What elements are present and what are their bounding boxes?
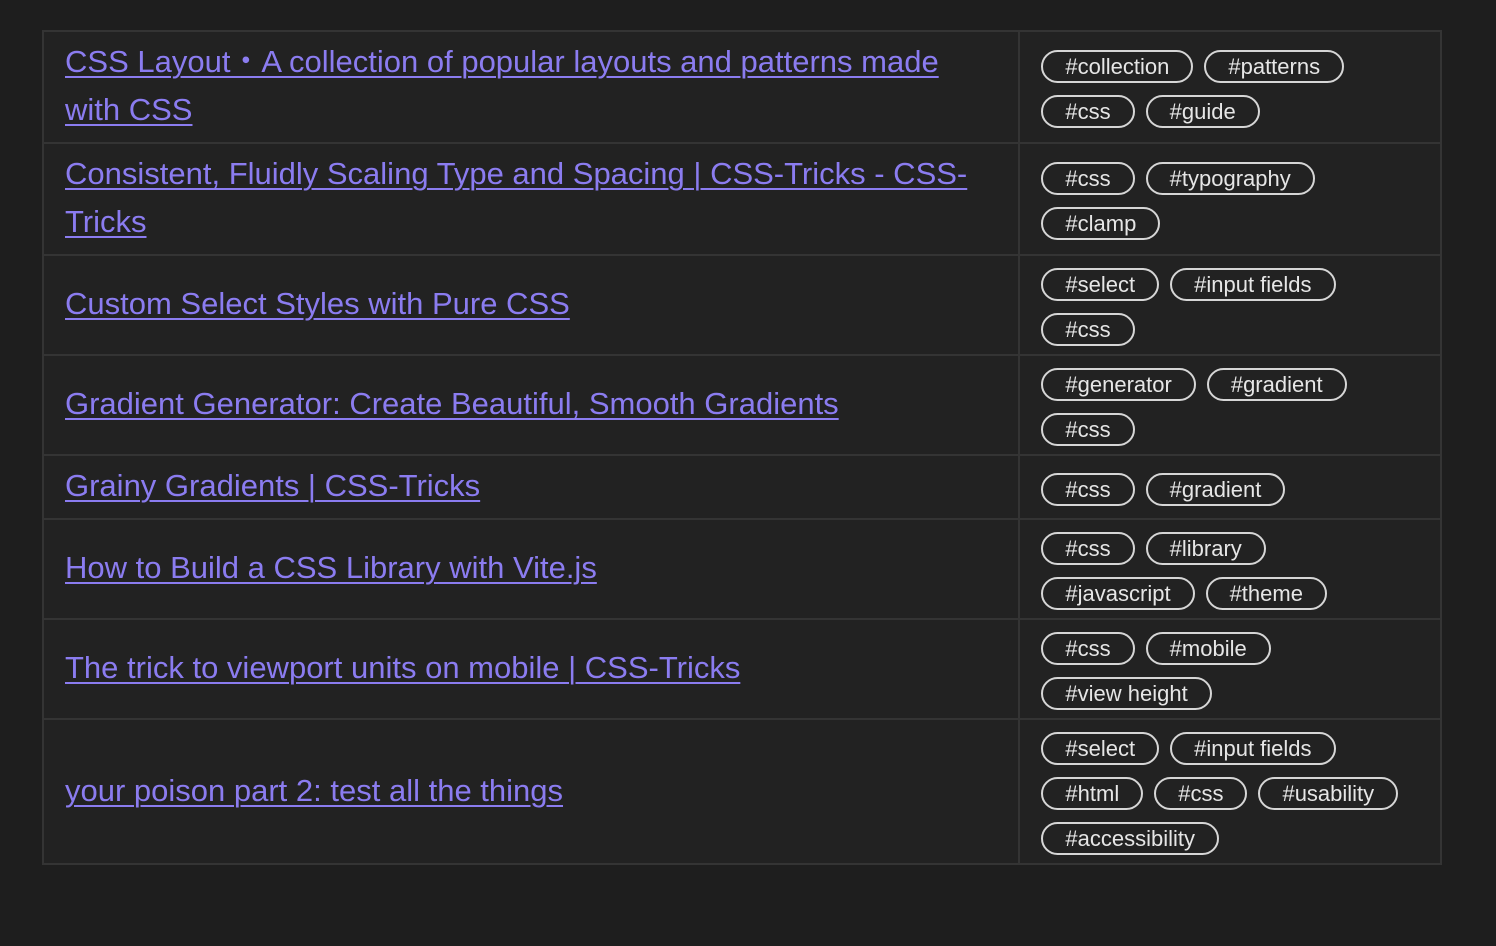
tag-pill-gradient[interactable]: #gradient xyxy=(1206,368,1347,401)
table-row: The trick to viewport units on mobile | … xyxy=(41,618,1442,720)
table-row: How to Build a CSS Library with Vite.js #… xyxy=(41,518,1442,620)
bookmark-link[interactable]: CSS Layout・A collection of popular layou… xyxy=(65,44,939,127)
tag-list: #select #input fields #html #css #usability #… xyxy=(1041,732,1420,855)
bookmark-link[interactable]: Custom Select Styles with Pure CSS xyxy=(65,286,570,321)
tag-pill-html[interactable]: #html xyxy=(1041,777,1144,810)
table-row: Consistent, Fluidly Scaling Type and Spa… xyxy=(41,142,1442,256)
tag-pill-css[interactable]: #css xyxy=(1041,532,1135,565)
bookmark-link[interactable]: How to Build a CSS Library with Vite.js xyxy=(65,550,597,585)
tag-pill-input-fields[interactable]: #input fields xyxy=(1170,732,1336,765)
tag-list: #css #typography #clamp xyxy=(1041,162,1420,240)
tag-pill-select[interactable]: #select xyxy=(1041,732,1160,765)
tags-cell: #css #typography #clamp xyxy=(1018,142,1442,256)
title-cell: CSS Layout・A collection of popular layou… xyxy=(41,30,1021,144)
bookmark-link[interactable]: Grainy Gradients | CSS-Tricks xyxy=(65,468,480,503)
title-cell: Grainy Gradients | CSS-Tricks xyxy=(41,454,1021,520)
tag-pill-gradient[interactable]: #gradient xyxy=(1145,472,1286,506)
tags-cell: #generator #gradient #css xyxy=(1018,354,1442,456)
table-row: Gradient Generator: Create Beautiful, Sm… xyxy=(41,354,1442,456)
tag-list: #collection #patterns #css #guide xyxy=(1041,50,1420,128)
title-cell: The trick to viewport units on mobile | … xyxy=(41,618,1021,720)
tag-pill-javascript[interactable]: #javascript xyxy=(1041,577,1195,610)
title-cell: Consistent, Fluidly Scaling Type and Spa… xyxy=(41,142,1021,256)
tag-pill-css[interactable]: #css xyxy=(1041,413,1135,446)
tags-cell: #css #gradient xyxy=(1018,454,1442,520)
title-cell: your poison part 2: test all the things xyxy=(41,718,1021,865)
tags-cell: #collection #patterns #css #guide xyxy=(1018,30,1442,144)
tag-pill-theme[interactable]: #theme xyxy=(1205,577,1327,610)
tag-pill-input-fields[interactable]: #input fields xyxy=(1170,268,1336,301)
tag-pill-patterns[interactable]: #patterns xyxy=(1204,50,1345,83)
tags-cell: #css #library #javascript #theme xyxy=(1018,518,1442,620)
tag-pill-guide[interactable]: #guide xyxy=(1145,95,1260,128)
tag-pill-clamp[interactable]: #clamp xyxy=(1041,207,1161,240)
table-row: Grainy Gradients | CSS-Tricks #css #gradie… xyxy=(41,454,1442,520)
tag-pill-css[interactable]: #css xyxy=(1041,313,1135,346)
tags-cell: #select #input fields #css xyxy=(1018,254,1442,356)
title-cell: Custom Select Styles with Pure CSS xyxy=(41,254,1021,356)
tag-pill-css[interactable]: #css xyxy=(1041,632,1135,665)
tags-cell: #css #mobile #view height xyxy=(1018,618,1442,720)
table-row: Custom Select Styles with Pure CSS #selec… xyxy=(41,254,1442,356)
bookmarks-table: CSS Layout・A collection of popular layou… xyxy=(41,30,1442,865)
table-row: your poison part 2: test all the things #… xyxy=(41,718,1442,865)
tag-pill-typography[interactable]: #typography xyxy=(1145,162,1315,195)
tag-pill-css[interactable]: #css xyxy=(1041,472,1135,506)
title-cell: How to Build a CSS Library with Vite.js xyxy=(41,518,1021,620)
tag-list: #select #input fields #css xyxy=(1041,268,1420,346)
bookmark-link[interactable]: Consistent, Fluidly Scaling Type and Spa… xyxy=(65,156,967,239)
tag-list: #css #library #javascript #theme xyxy=(1041,532,1420,610)
tag-pill-css[interactable]: #css xyxy=(1154,777,1248,810)
tag-list: #generator #gradient #css xyxy=(1041,368,1420,446)
tag-pill-generator[interactable]: #generator xyxy=(1041,368,1196,401)
tag-pill-select[interactable]: #select xyxy=(1041,268,1160,301)
tag-list: #css #gradient xyxy=(1041,472,1420,506)
tags-cell: #select #input fields #html #css #usability #… xyxy=(1018,718,1442,865)
tag-pill-mobile[interactable]: #mobile xyxy=(1145,632,1271,665)
table-row: CSS Layout・A collection of popular layou… xyxy=(41,30,1442,144)
tag-pill-accessibility[interactable]: #accessibility xyxy=(1041,822,1220,855)
tag-pill-css[interactable]: #css xyxy=(1041,162,1135,195)
title-cell: Gradient Generator: Create Beautiful, Sm… xyxy=(41,354,1021,456)
tag-pill-view-height[interactable]: #view height xyxy=(1041,677,1212,710)
tag-list: #css #mobile #view height xyxy=(1041,632,1420,710)
bookmarks-table-body: CSS Layout・A collection of popular layou… xyxy=(41,30,1442,865)
tag-pill-collection[interactable]: #collection xyxy=(1041,50,1194,83)
bookmark-link[interactable]: your poison part 2: test all the things xyxy=(65,773,563,808)
tag-pill-library[interactable]: #library xyxy=(1145,532,1266,565)
bookmark-link[interactable]: Gradient Generator: Create Beautiful, Sm… xyxy=(65,386,839,421)
tag-pill-usability[interactable]: #usability xyxy=(1258,777,1399,810)
tag-pill-css[interactable]: #css xyxy=(1041,95,1135,128)
bookmark-link[interactable]: The trick to viewport units on mobile | … xyxy=(65,650,740,685)
